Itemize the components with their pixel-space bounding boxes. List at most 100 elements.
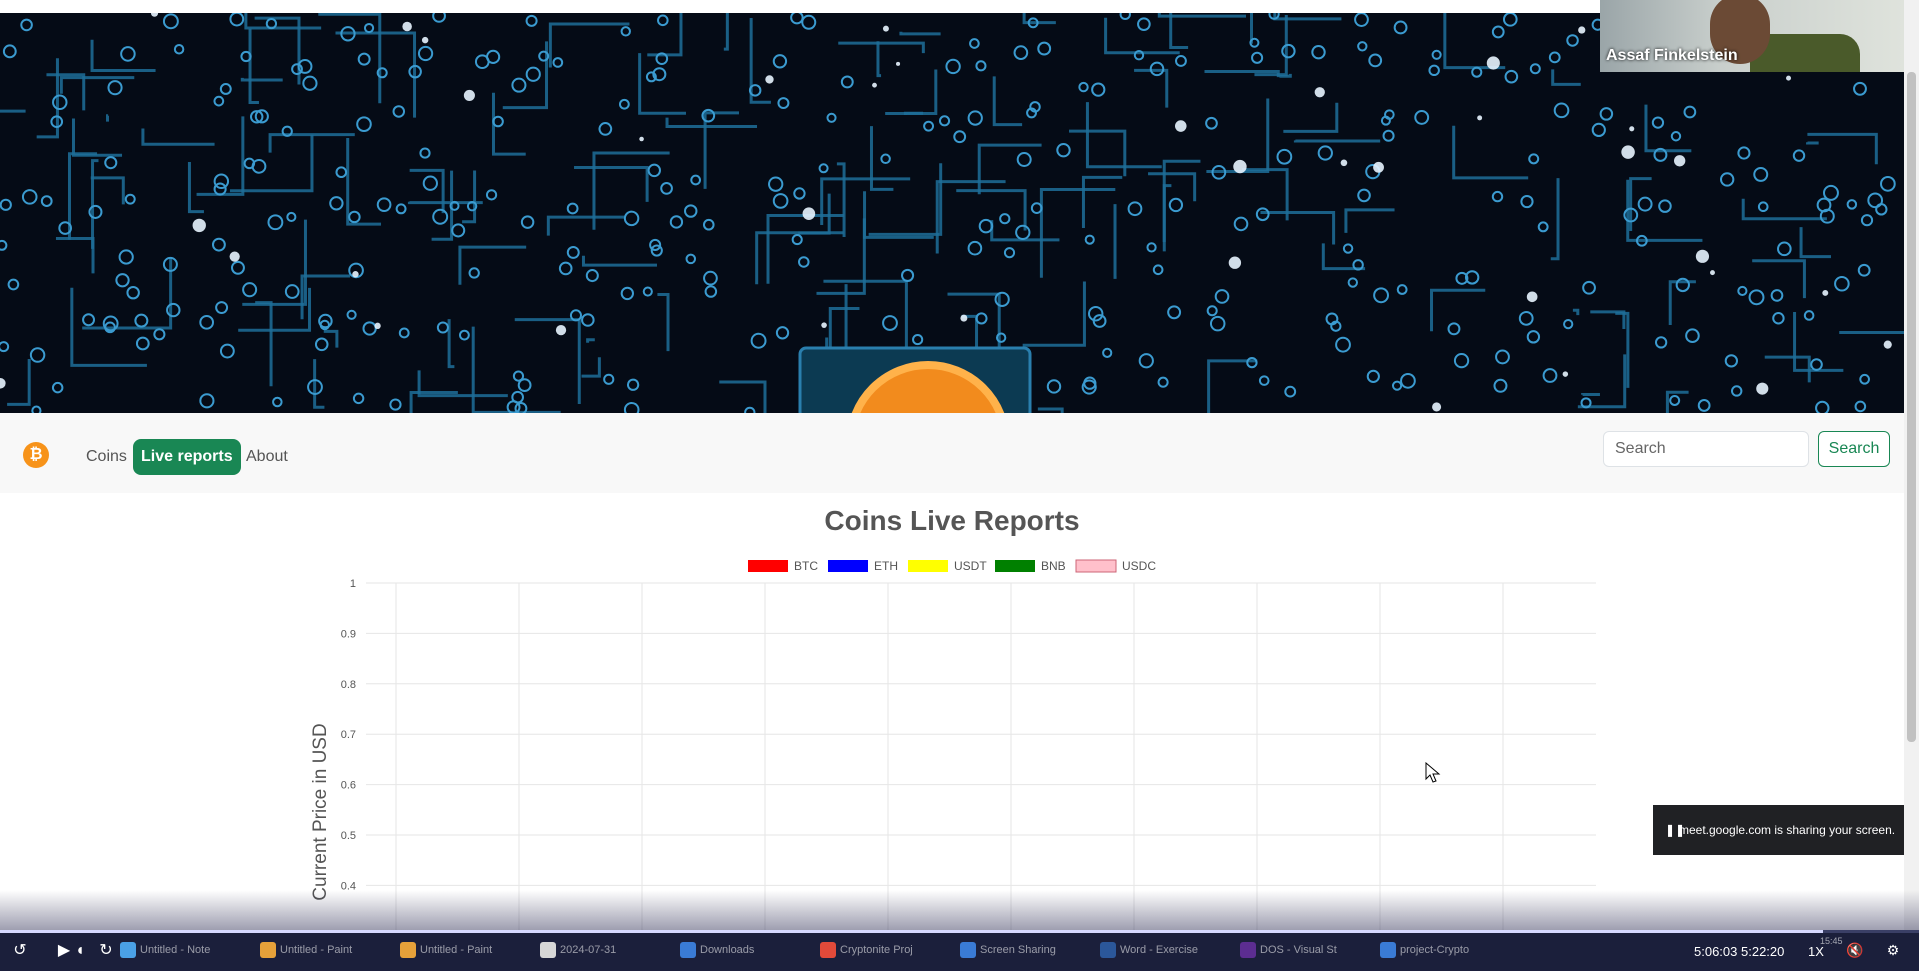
taskbar-app-icon[interactable] xyxy=(120,942,136,958)
circuit-trace xyxy=(90,39,156,73)
light-reflection xyxy=(639,136,644,142)
circuit-pad xyxy=(585,269,599,283)
taskbar-app-icon[interactable] xyxy=(680,942,696,958)
circuit-pad xyxy=(40,195,53,207)
circuit-pad xyxy=(1860,214,1874,227)
circuit-pad xyxy=(346,309,357,320)
light-reflection xyxy=(1228,256,1242,269)
legend-label-usdc[interactable]: USDC xyxy=(1122,559,1156,573)
y-tick-label: 0.6 xyxy=(341,780,356,792)
circuit-pad xyxy=(618,98,630,110)
search-button[interactable]: Search xyxy=(1818,431,1890,467)
circuit-pad xyxy=(581,313,595,327)
scrollbar-thumb[interactable] xyxy=(1907,72,1916,742)
taskbar-app-icon[interactable] xyxy=(260,942,276,958)
circuit-pad xyxy=(642,286,653,297)
taskbar-app-label[interactable]: Screen Sharing xyxy=(980,944,1056,956)
circuit-pad xyxy=(398,327,410,339)
legend-swatch-btc[interactable] xyxy=(748,560,788,572)
nav-link-live-reports[interactable]: Live reports xyxy=(133,439,241,475)
light-reflection xyxy=(1883,340,1892,349)
circuit-pad xyxy=(620,286,635,301)
circuit-trace xyxy=(657,292,670,352)
search-input[interactable] xyxy=(1603,431,1809,467)
legend-label-eth[interactable]: ETH xyxy=(874,559,898,573)
circuit-trace xyxy=(447,319,455,369)
circuit-trace xyxy=(885,69,938,116)
circuit-trace xyxy=(55,237,95,274)
circuit-trace xyxy=(71,118,123,157)
circuit-pad xyxy=(775,326,790,340)
taskbar-app-icon[interactable] xyxy=(1240,942,1256,958)
legend-label-bnb[interactable]: BNB xyxy=(1041,559,1066,573)
taskbar-app-label[interactable]: DOS - Visual St xyxy=(1260,944,1337,956)
circuit-pad xyxy=(395,203,407,215)
taskbar-app-icon[interactable] xyxy=(960,942,976,958)
playback-speed[interactable]: 1X xyxy=(1808,944,1824,959)
taskbar-app-label[interactable]: Untitled - Paint xyxy=(420,944,492,956)
mute-icon[interactable]: 🔇 xyxy=(1846,942,1864,958)
circuit-trace xyxy=(546,215,625,236)
taskbar-app-icon[interactable] xyxy=(1380,942,1396,958)
circuit-pad xyxy=(1599,107,1614,121)
bitcoin-icon[interactable]: ₿ xyxy=(23,442,49,468)
circuit-pad xyxy=(1119,13,1131,21)
taskbar-app-icon[interactable] xyxy=(1100,942,1116,958)
taskbar-app-label[interactable]: Untitled - Paint xyxy=(280,944,352,956)
light-reflection xyxy=(192,218,206,233)
circuit-pad xyxy=(798,256,810,268)
taskbar-app-label[interactable]: Downloads xyxy=(700,944,754,956)
circuit-pad xyxy=(525,14,538,27)
circuit-trace xyxy=(1344,208,1395,233)
nav-link-about[interactable]: About xyxy=(246,439,288,475)
circuit-trace xyxy=(1134,68,1169,108)
circuit-pad xyxy=(840,75,854,89)
participant-name: Assaf Finkelstein xyxy=(1606,47,1738,64)
circuit-trace xyxy=(255,301,273,387)
forward-15-icon[interactable]: ↻ xyxy=(94,939,118,963)
circuit-pad xyxy=(51,381,64,394)
settings-icon[interactable]: ⚙ xyxy=(1884,942,1902,958)
page-scrollbar[interactable] xyxy=(1904,0,1919,930)
legend-swatch-bnb[interactable] xyxy=(995,560,1035,572)
taskbar-app-label[interactable]: Cryptonite Proj xyxy=(840,944,913,956)
legend-label-btc[interactable]: BTC xyxy=(794,559,818,573)
replay-icon[interactable]: ◖ xyxy=(68,939,92,963)
legend-swatch-usdc[interactable] xyxy=(1075,559,1117,573)
legend-swatch-usdt[interactable] xyxy=(908,560,948,572)
circuit-trace xyxy=(1157,13,1247,18)
legend-label-usdt[interactable]: USDT xyxy=(954,559,987,573)
circuit-pad xyxy=(702,218,715,231)
circuit-pad xyxy=(623,210,640,227)
circuit-pad xyxy=(703,270,718,286)
taskbar-app-label[interactable]: Word - Exercise xyxy=(1120,944,1198,956)
rewind-15-icon[interactable]: ↺ xyxy=(8,939,32,963)
circuit-board-image xyxy=(0,13,1904,413)
circuit-pad xyxy=(173,44,185,55)
circuit-pad xyxy=(1391,380,1403,391)
circuit-trace xyxy=(242,219,307,306)
legend-swatch-eth[interactable] xyxy=(828,560,868,572)
light-reflection xyxy=(1174,120,1187,132)
taskbar-app-icon[interactable] xyxy=(400,942,416,958)
light-reflection xyxy=(1710,270,1715,276)
circuit-pad xyxy=(1730,385,1743,397)
circuit-pad xyxy=(1102,347,1113,358)
taskbar-app-label[interactable]: project-Crypto xyxy=(1400,944,1469,956)
circuit-pad xyxy=(1520,194,1534,209)
taskbar-app-icon[interactable] xyxy=(540,942,556,958)
pause-icon[interactable]: ❚❚ xyxy=(1665,805,1685,855)
playback-progress-bar[interactable] xyxy=(0,930,1919,933)
screen-share-banner[interactable]: ❚❚ meet.google.com is sharing your scree… xyxy=(1653,805,1919,855)
circuit-pad xyxy=(1859,373,1870,385)
circuit-pad xyxy=(938,115,951,127)
mouse-cursor-icon xyxy=(1425,762,1441,783)
circuit-trace xyxy=(1254,14,1288,77)
nav-link-coins[interactable]: Coins xyxy=(86,439,127,475)
taskbar-app-label[interactable]: Untitled - Note xyxy=(140,944,210,956)
taskbar-app-icon[interactable] xyxy=(820,942,836,958)
circuit-trace xyxy=(7,359,31,406)
circuit-trace xyxy=(1799,227,1831,259)
taskbar-app-label[interactable]: 2024-07-31 xyxy=(560,944,616,956)
circuit-pad xyxy=(1251,51,1264,64)
